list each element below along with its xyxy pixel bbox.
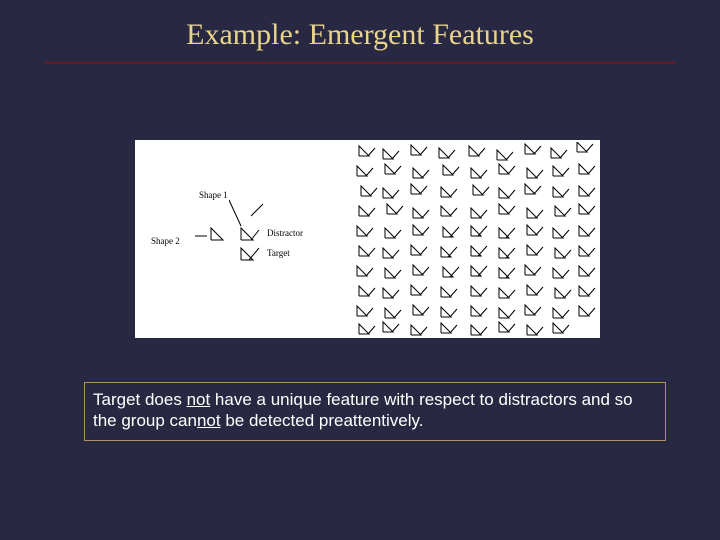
search-array	[353, 142, 597, 336]
figure-legend: Shape 1 Shape 2 Distractor	[139, 140, 349, 338]
caption-text-1: Target does	[93, 390, 187, 409]
caption-text-3: be detected preattentively.	[221, 411, 424, 430]
figure: Shape 1 Shape 2 Distractor	[135, 140, 600, 338]
title-divider	[45, 62, 675, 64]
target-glyph-icon	[239, 246, 261, 262]
caption-not-1: not	[187, 390, 211, 409]
connector-line2-icon	[195, 232, 213, 240]
caption-not-2: not	[197, 411, 221, 430]
caption-box: Target does not have a unique feature wi…	[84, 382, 666, 441]
label-target: Target	[267, 248, 290, 258]
label-shape1: Shape 1	[199, 190, 228, 200]
slide: Example: Emergent Features Shape 1 Shape…	[0, 0, 720, 540]
connector-lines-icon	[229, 196, 253, 236]
label-distractor: Distractor	[267, 228, 303, 238]
label-shape2: Shape 2	[151, 236, 180, 246]
slide-title: Example: Emergent Features	[0, 0, 720, 52]
